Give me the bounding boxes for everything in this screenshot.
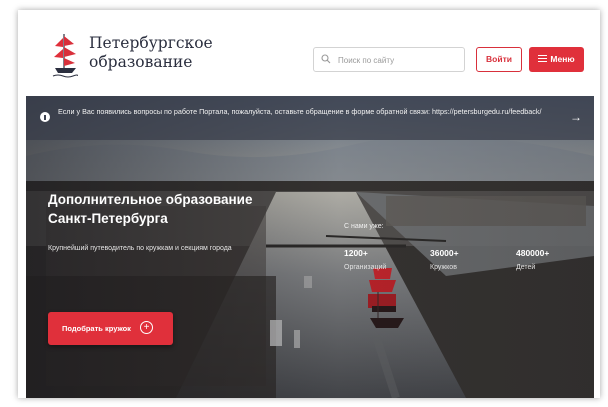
- brand-line-2: образование: [89, 53, 193, 71]
- stat-label: Организаций: [344, 264, 387, 271]
- notice-text: Если у Вас появились вопросы по работе П…: [58, 107, 542, 116]
- search-input[interactable]: [336, 50, 460, 71]
- hero-title: Дополнительное образование Санкт-Петербу…: [48, 190, 253, 228]
- stat-value: 36000+: [430, 248, 459, 258]
- site-header: Петербургское образование Войти Меню: [18, 10, 600, 94]
- hero-title-line-1: Дополнительное образование: [48, 192, 253, 207]
- info-icon: [40, 112, 50, 122]
- stats-heading: С нами уже:: [344, 223, 384, 230]
- browser-frame: Петербургское образование Войти Меню: [18, 10, 600, 398]
- menu-label: Меню: [550, 54, 575, 64]
- stat-value: 1200+: [344, 248, 368, 258]
- arrow-right-icon[interactable]: →: [570, 110, 582, 124]
- stat-value: 480000+: [516, 248, 550, 258]
- stat-organizations: 1200+ Организаций: [344, 248, 386, 271]
- login-button[interactable]: Войти: [476, 47, 522, 72]
- search-icon: [321, 54, 331, 64]
- search-box[interactable]: [313, 47, 465, 72]
- hero-subtitle: Крупнейший путеводитель по кружкам и сек…: [48, 245, 232, 252]
- stat-clubs: 36000+ Кружков: [430, 248, 459, 271]
- stat-label: Детей: [516, 264, 536, 271]
- hero-title-line-2: Санкт-Петербурга: [48, 211, 168, 226]
- stat-label: Кружков: [430, 264, 457, 271]
- menu-icon: [538, 55, 548, 63]
- find-club-button[interactable]: Подобрать кружок +: [48, 312, 173, 345]
- brand-name[interactable]: Петербургское образование: [89, 34, 213, 72]
- feedback-notice[interactable]: Если у Вас появились вопросы по работе П…: [26, 96, 594, 140]
- find-club-label: Подобрать кружок: [62, 324, 131, 333]
- plus-circle-icon: +: [140, 321, 153, 334]
- ship-logo-icon[interactable]: [52, 32, 78, 78]
- hero-banner: Если у Вас появились вопросы по работе П…: [26, 96, 594, 398]
- brand-line-1: Петербургское: [89, 34, 213, 52]
- menu-button[interactable]: Меню: [529, 47, 584, 72]
- stat-children: 480000+ Детей: [516, 248, 549, 271]
